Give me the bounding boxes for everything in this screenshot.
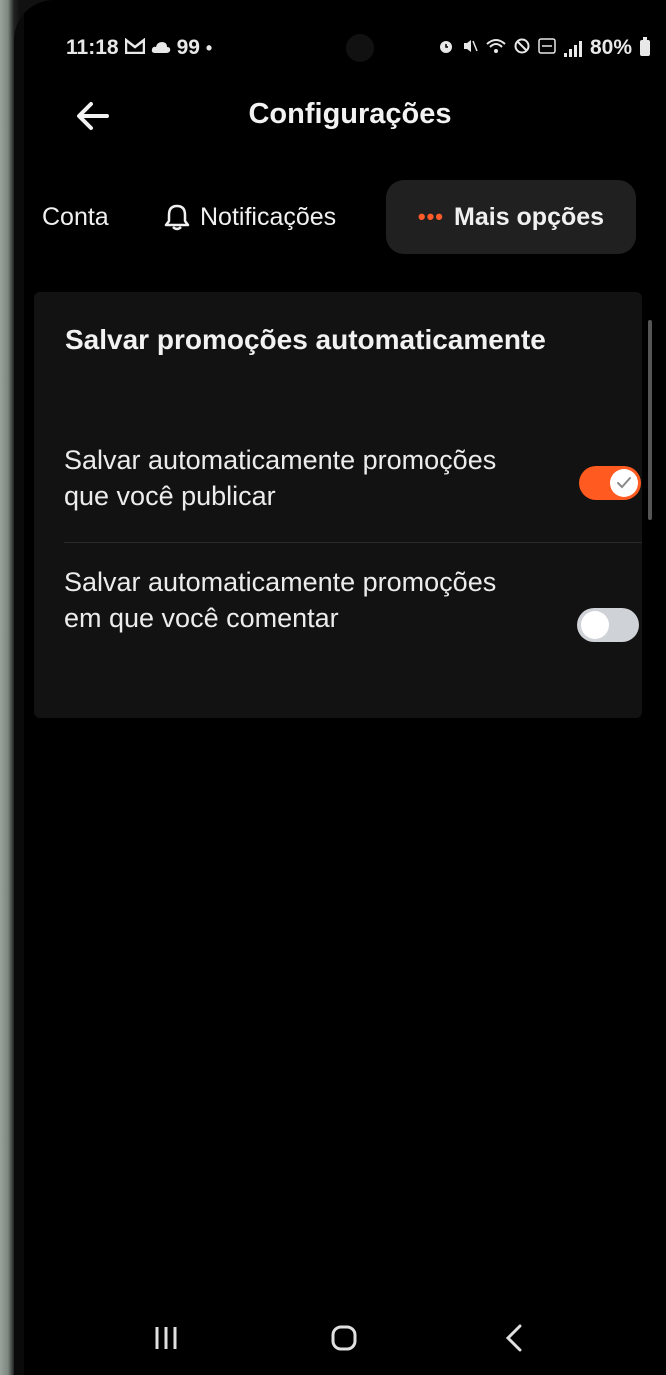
notification-count: 99 [176,36,200,59]
app-bar: Configurações [24,82,656,152]
mute-icon [462,36,478,60]
phone-device: 11:18 99 • 80% Configurações Conta Notif… [14,0,666,1375]
tab-conta[interactable]: Conta [42,180,109,254]
status-time: 11:18 [66,36,119,59]
tab-label: Notificações [200,202,337,231]
setting-label: Salvar automaticamente promoções em que … [64,567,497,633]
dots-icon: ••• [417,204,445,229]
gmail-icon [124,36,145,60]
home-icon [331,1325,357,1351]
settings-card: Salvar promoções automaticamente Salvar … [34,292,642,718]
scrollbar[interactable] [648,320,652,520]
front-camera [346,34,374,62]
status-right: 80% [438,36,650,60]
signal-icon [563,39,582,57]
tab-mais-opcoes[interactable]: ••• Mais opções [386,180,636,254]
tab-notificacoes[interactable]: Notificações [164,180,336,254]
auto-save-publish-toggle[interactable] [579,466,641,500]
status-left: 11:18 99 • [66,36,212,60]
check-icon [617,477,631,489]
tab-bar: Conta Notificações ••• Mais opções [24,180,656,258]
back-icon [505,1324,522,1352]
status-bar: 11:18 99 • 80% [24,30,656,70]
system-nav-bar [24,1300,666,1375]
system-back-button[interactable] [484,1316,544,1360]
phone-screen: 11:18 99 • 80% Configurações Conta Notif… [24,0,666,1375]
bell-icon [164,204,190,231]
setting-row-comment: Salvar automaticamente promoções em que … [34,564,642,674]
dot-icon: • [205,38,213,58]
tab-label: Mais opções [454,202,605,231]
home-button[interactable] [314,1316,374,1360]
setting-label: Salvar automaticamente promoções que voc… [64,445,497,511]
section-title: Salvar promoções automaticamente [65,324,546,355]
toggle-knob [610,469,638,497]
divider [64,542,642,543]
wifi-icon [486,36,506,60]
page-title: Configurações [248,98,452,130]
tab-label: Conta [42,202,109,231]
toggle-knob [581,611,609,639]
cloud-icon [151,36,171,60]
battery-icon [640,37,650,56]
recent-apps-button[interactable] [136,1316,196,1360]
alarm-icon [438,36,454,60]
recent-apps-icon [155,1327,177,1349]
setting-row-publish: Salvar automaticamente promoções que voc… [34,442,642,542]
volte-icon [538,36,556,60]
battery-text: 80% [589,36,632,59]
auto-save-comment-toggle[interactable] [577,608,639,642]
dnd-icon [514,36,530,60]
